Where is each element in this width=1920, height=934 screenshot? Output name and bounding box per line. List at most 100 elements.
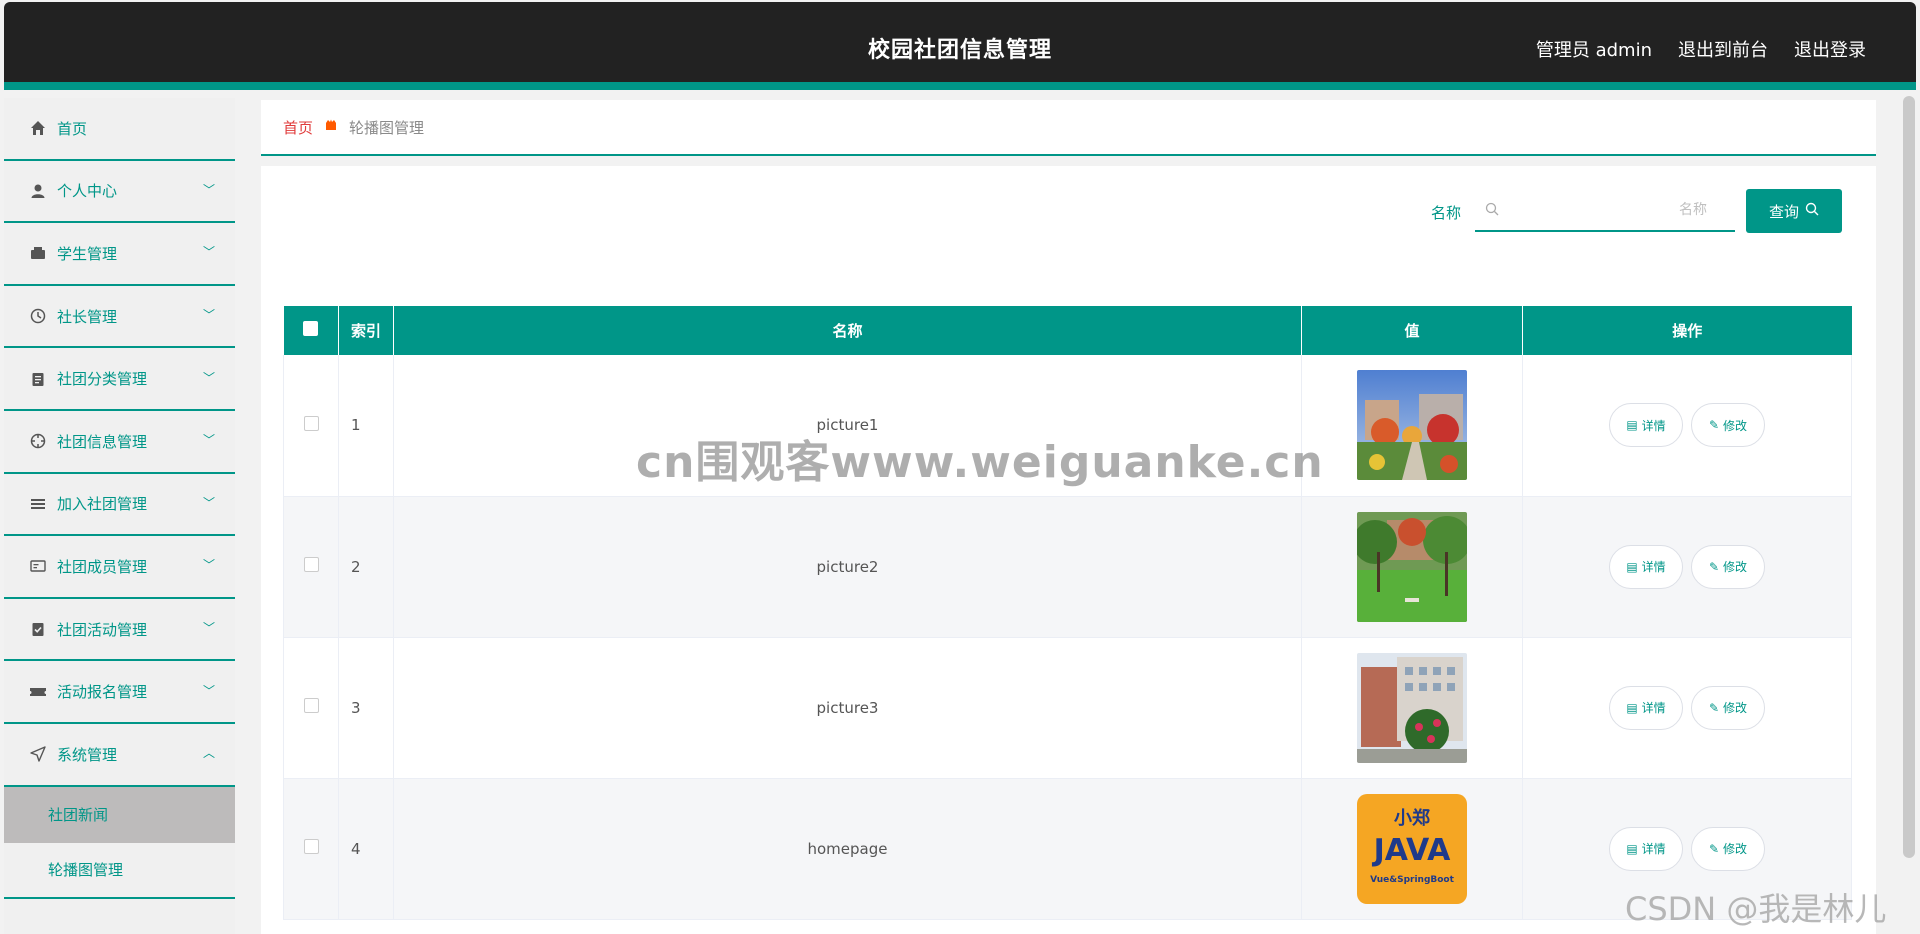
wallet-icon bbox=[29, 244, 47, 262]
sidebar-subitem-club-news[interactable]: 社团新闻 bbox=[4, 786, 235, 843]
sidebar-item-label: 社团活动管理 bbox=[57, 620, 148, 639]
chevron-down-icon: ﹀ bbox=[202, 495, 215, 510]
search-box bbox=[1475, 190, 1735, 232]
sidebar-item-label: 社团信息管理 bbox=[57, 432, 148, 451]
carousel-thumbnail[interactable] bbox=[1357, 652, 1467, 763]
chevron-up-icon: ︿ bbox=[202, 746, 215, 761]
select-all-cell bbox=[283, 306, 339, 355]
row-select-cell bbox=[283, 637, 339, 779]
column-header-index: 索引 bbox=[338, 306, 394, 355]
chevron-down-icon: ﹀ bbox=[202, 620, 215, 635]
row-actions: ▤ 详情 ✎ 修改 bbox=[1523, 403, 1851, 448]
select-all-checkbox[interactable] bbox=[303, 321, 319, 336]
column-header-name: 名称 bbox=[393, 306, 1302, 355]
content-panel: 名称 查询 索引 名称 值 操作 1 bbox=[261, 166, 1876, 934]
column-header-value: 值 bbox=[1301, 306, 1523, 355]
document-icon: ▤ bbox=[1626, 841, 1638, 856]
detail-button[interactable]: ▤ 详情 bbox=[1609, 685, 1683, 730]
row-index: 2 bbox=[338, 496, 394, 638]
logout-link[interactable]: 退出登录 bbox=[1794, 36, 1866, 62]
clock-icon bbox=[29, 307, 47, 325]
row-checkbox[interactable] bbox=[303, 698, 319, 713]
sidebar-item-label: 系统管理 bbox=[57, 745, 118, 764]
sidebar-item-label: 首页 bbox=[57, 119, 88, 138]
sidebar-item-label: 社长管理 bbox=[57, 307, 118, 326]
sidebar-item-club-members[interactable]: 社团成员管理 ﹀ bbox=[4, 536, 235, 599]
row-value-cell bbox=[1301, 355, 1523, 497]
carousel-thumbnail[interactable] bbox=[1357, 370, 1467, 481]
sidebar-item-activity-signup[interactable]: 活动报名管理 ﹀ bbox=[4, 661, 235, 724]
sidebar-subitem-label: 社团新闻 bbox=[48, 806, 109, 825]
breadcrumb: 首页 轮播图管理 bbox=[261, 100, 1876, 156]
sidebar-item-system[interactable]: 系统管理 ︿ bbox=[4, 724, 235, 787]
row-actions-cell: ▤ 详情 ✎ 修改 bbox=[1522, 778, 1852, 920]
sidebar-subitem-label: 轮播图管理 bbox=[48, 861, 124, 880]
detail-button[interactable]: ▤ 详情 bbox=[1609, 544, 1683, 589]
sidebar-item-students[interactable]: 学生管理 ﹀ bbox=[4, 223, 235, 286]
chevron-down-icon: ﹀ bbox=[202, 433, 215, 448]
edit-button[interactable]: ✎ 修改 bbox=[1691, 403, 1765, 448]
row-select-cell bbox=[283, 355, 339, 497]
row-checkbox[interactable] bbox=[303, 557, 319, 572]
detail-button-label: 详情 bbox=[1641, 842, 1666, 856]
document-icon: ▤ bbox=[1626, 418, 1638, 433]
edit-button[interactable]: ✎ 修改 bbox=[1691, 544, 1765, 589]
edit-button[interactable]: ✎ 修改 bbox=[1691, 685, 1765, 730]
row-actions-cell: ▤ 详情 ✎ 修改 bbox=[1522, 637, 1852, 779]
admin-user-label: 管理员 admin bbox=[1535, 40, 1652, 61]
user-icon bbox=[29, 182, 47, 200]
chevron-down-icon: ﹀ bbox=[202, 245, 215, 260]
page-scrollbar[interactable] bbox=[1903, 96, 1915, 858]
sidebar-item-presidents[interactable]: 社长管理 ﹀ bbox=[4, 286, 235, 349]
edit-button-label: 修改 bbox=[1723, 560, 1748, 574]
row-actions-cell: ▤ 详情 ✎ 修改 bbox=[1522, 355, 1852, 497]
row-checkbox[interactable] bbox=[303, 839, 319, 854]
sidebar-subitem-carousel[interactable]: 轮播图管理 bbox=[4, 843, 235, 899]
table-row: 4 homepage 小郑 JAVA Vue&SpringBoot ▤ 详情 ✎ 修… bbox=[283, 778, 1852, 920]
edit-button-label: 修改 bbox=[1723, 701, 1748, 715]
sidebar-item-club-categories[interactable]: 社团分类管理 ﹀ bbox=[4, 348, 235, 411]
card-icon bbox=[29, 557, 47, 575]
top-header: 校园社团信息管理 管理员 admin 退出到前台 退出登录 bbox=[4, 2, 1916, 90]
home-icon bbox=[29, 119, 47, 137]
row-name: homepage bbox=[393, 778, 1302, 920]
sidebar-item-label: 个人中心 bbox=[57, 182, 118, 201]
edit-button[interactable]: ✎ 修改 bbox=[1691, 826, 1765, 871]
row-actions: ▤ 详情 ✎ 修改 bbox=[1523, 685, 1851, 730]
breadcrumb-current: 轮播图管理 bbox=[349, 118, 425, 137]
row-value-cell bbox=[1301, 496, 1523, 638]
row-index: 3 bbox=[338, 637, 394, 779]
exit-to-front-link[interactable]: 退出到前台 bbox=[1678, 36, 1768, 62]
detail-button[interactable]: ▤ 详情 bbox=[1609, 826, 1683, 871]
row-select-cell bbox=[283, 778, 339, 920]
sidebar-item-club-info[interactable]: 社团信息管理 ﹀ bbox=[4, 411, 235, 474]
search-icon bbox=[1805, 202, 1819, 220]
sidebar-item-join-club[interactable]: 加入社团管理 ﹀ bbox=[4, 474, 235, 537]
sidebar-item-label: 社团成员管理 bbox=[57, 557, 148, 576]
chevron-down-icon: ﹀ bbox=[202, 307, 215, 322]
java-logo-sub-text: Vue&SpringBoot bbox=[1370, 875, 1455, 885]
row-value-cell: 小郑 JAVA Vue&SpringBoot bbox=[1301, 778, 1523, 920]
sidebar-item-label: 加入社团管理 bbox=[57, 495, 148, 514]
name-search-input[interactable] bbox=[1505, 190, 1727, 230]
sidebar-item-club-activities[interactable]: 社团活动管理 ﹀ bbox=[4, 599, 235, 662]
search-button[interactable]: 查询 bbox=[1746, 189, 1842, 233]
table-row: 3 picture3 ▤ 详情 ✎ 修改 bbox=[283, 637, 1852, 779]
detail-button-label: 详情 bbox=[1641, 418, 1666, 433]
sidebar-item-personal-center[interactable]: 个人中心 ﹀ bbox=[4, 161, 235, 224]
row-name: picture2 bbox=[393, 496, 1302, 638]
java-logo-top-text: 小郑 bbox=[1394, 807, 1430, 829]
detail-button-label: 详情 bbox=[1641, 701, 1666, 715]
edit-icon: ✎ bbox=[1708, 559, 1720, 574]
carousel-thumbnail-java-logo[interactable]: 小郑 JAVA Vue&SpringBoot bbox=[1357, 793, 1467, 904]
row-actions-cell: ▤ 详情 ✎ 修改 bbox=[1522, 496, 1852, 638]
row-name: picture1 bbox=[393, 355, 1302, 497]
breadcrumb-home-link[interactable]: 首页 bbox=[283, 117, 313, 138]
detail-button[interactable]: ▤ 详情 bbox=[1609, 403, 1683, 448]
chevron-down-icon: ﹀ bbox=[202, 370, 215, 385]
sidebar-item-home[interactable]: 首页 bbox=[4, 98, 235, 161]
sidebar-item-label: 活动报名管理 bbox=[57, 683, 148, 702]
row-checkbox[interactable] bbox=[303, 415, 319, 431]
header-actions: 管理员 admin 退出到前台 退出登录 bbox=[1536, 36, 1866, 62]
carousel-thumbnail[interactable] bbox=[1357, 511, 1467, 622]
